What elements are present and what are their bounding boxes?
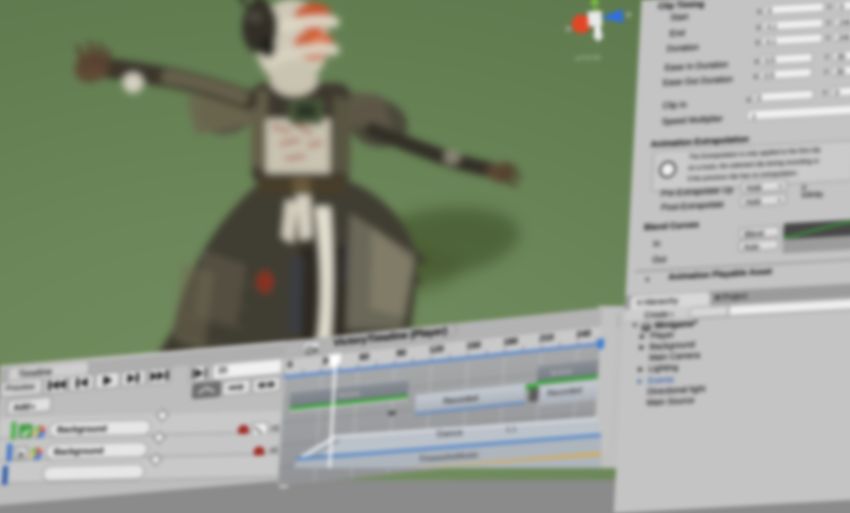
svg-text:Dance: Dance — [436, 427, 463, 439]
svg-text:1.1: 1.1 — [506, 424, 517, 434]
